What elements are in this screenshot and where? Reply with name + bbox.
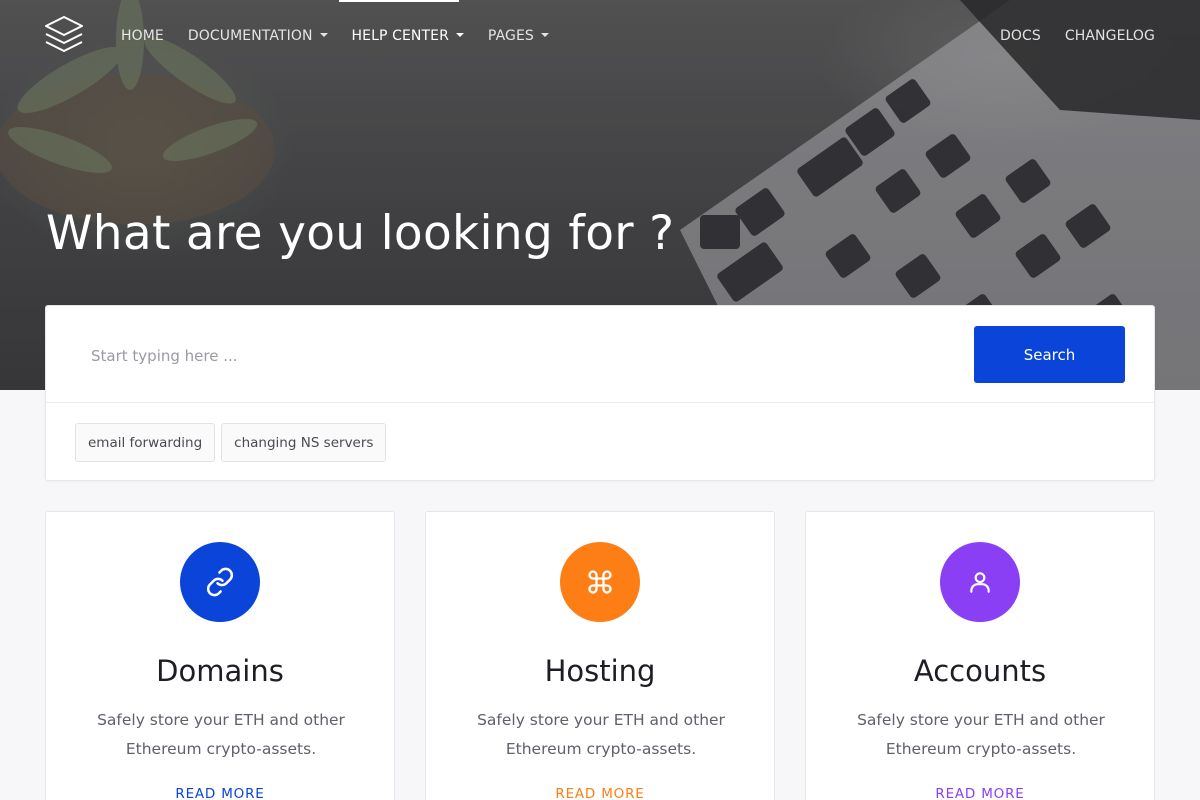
nav-label: HELP CENTER: [351, 28, 449, 44]
category-card-hosting: Hosting Safely store your ETH and other …: [425, 511, 775, 800]
nav-item-docs[interactable]: DOCS: [1000, 28, 1041, 44]
nav-label: PAGES: [487, 28, 534, 44]
link-icon: [180, 542, 260, 622]
read-more-link[interactable]: READ MORE: [806, 786, 1154, 800]
active-nav-indicator: [339, 0, 459, 2]
secondary-nav: DOCS CHANGELOG: [1000, 24, 1179, 48]
suggested-tags: email forwarding changing NS servers: [75, 423, 392, 462]
card-description: Safely store your ETH and other Ethereum…: [857, 711, 1105, 758]
user-icon: [940, 542, 1020, 622]
main-nav: HOME DOCUMENTATION HELP CENTER PAGES: [121, 24, 573, 48]
search-button[interactable]: Search: [974, 326, 1125, 383]
hero-title: What are you looking for ?: [46, 206, 675, 261]
search-bar: Search: [46, 306, 1154, 403]
search-input[interactable]: [76, 328, 956, 384]
nav-label: CHANGELOG: [1064, 28, 1155, 44]
category-card-accounts: Accounts Safely store your ETH and other…: [805, 511, 1155, 800]
command-icon: [560, 542, 640, 622]
nav-item-help-center[interactable]: HELP CENTER: [352, 28, 464, 44]
search-card: Search email forwarding changing NS serv…: [45, 305, 1155, 481]
tag-changing-ns-servers[interactable]: changing NS servers: [221, 423, 387, 462]
read-more-link[interactable]: READ MORE: [46, 786, 394, 800]
card-description: Safely store your ETH and other Ethereum…: [477, 711, 725, 758]
nav-item-home[interactable]: HOME: [121, 28, 164, 44]
caret-down-icon: [319, 33, 328, 37]
tag-email-forwarding[interactable]: email forwarding: [75, 423, 216, 462]
nav-item-pages[interactable]: PAGES: [488, 28, 549, 44]
read-more-link[interactable]: READ MORE: [426, 786, 774, 800]
nav-item-documentation[interactable]: DOCUMENTATION: [188, 28, 328, 44]
card-description: Safely store your ETH and other Ethereum…: [97, 711, 345, 758]
nav-item-changelog[interactable]: CHANGELOG: [1065, 28, 1155, 44]
layers-logo-icon[interactable]: [44, 15, 84, 55]
caret-down-icon: [455, 33, 464, 37]
nav-label: HOME: [121, 28, 164, 44]
card-title: Accounts: [913, 654, 1047, 688]
nav-label: DOCS: [1000, 28, 1041, 44]
caret-down-icon: [540, 33, 549, 37]
category-card-domains: Domains Safely store your ETH and other …: [45, 511, 395, 800]
card-title: Hosting: [544, 654, 656, 688]
card-title: Domains: [156, 654, 284, 688]
nav-label: DOCUMENTATION: [187, 28, 313, 44]
